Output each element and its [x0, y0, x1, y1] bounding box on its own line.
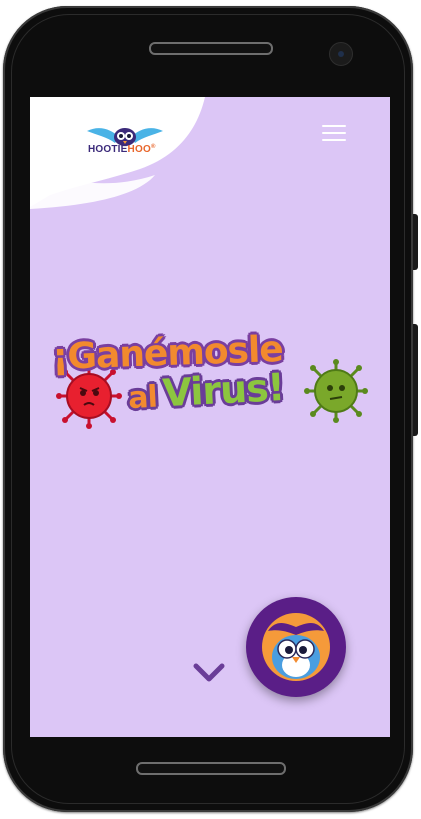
brand-wordmark: HOOTIEHOO® [88, 144, 156, 155]
owl-mascot-icon [262, 613, 330, 681]
phone-earpiece [149, 42, 273, 55]
phone-power-button [413, 324, 418, 436]
hamburger-icon[interactable] [322, 125, 346, 143]
registered-mark: ® [150, 144, 156, 150]
chevron-down-icon[interactable] [193, 660, 225, 684]
brand-part2: HOO [127, 144, 151, 155]
app-screen: HOOTIEHOO® ¡Ganémosle alVirus! [30, 97, 390, 737]
hero-title-al: al [127, 379, 158, 417]
phone-bottom-speaker [136, 762, 286, 775]
header-wave-shape [30, 97, 205, 209]
front-camera [329, 42, 353, 66]
hero-title-line2: alVirus! [127, 365, 285, 417]
owl-chat-button[interactable] [246, 597, 346, 697]
green-virus-icon [304, 359, 368, 423]
brand-part1: HOOTIE [88, 144, 128, 155]
hero-title-virus: Virus! [161, 364, 286, 416]
phone-volume-button [413, 214, 418, 270]
